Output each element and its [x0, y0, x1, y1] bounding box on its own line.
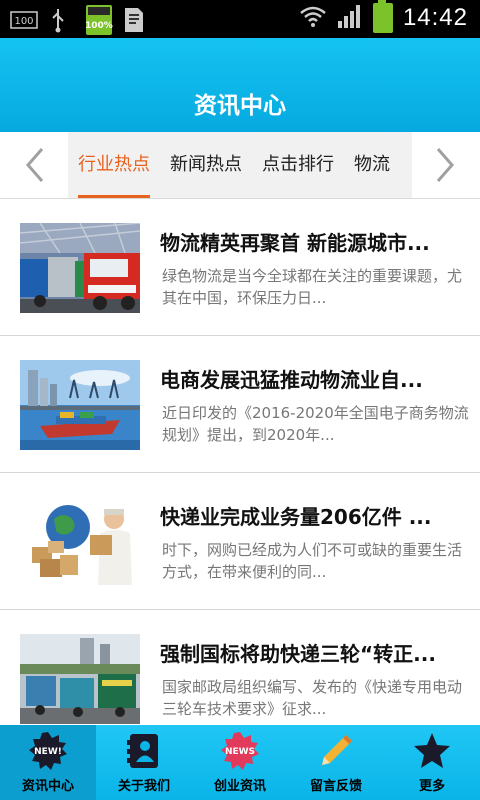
battery-full-icon: 100%	[85, 5, 113, 35]
nav-item-startup-news[interactable]: NEWS 创业资讯	[192, 725, 288, 800]
tab-news-hot[interactable]: 新闻热点	[160, 132, 252, 198]
pencil-icon	[316, 731, 356, 771]
news-title: 快递业完成业务量206亿件 ...	[160, 505, 432, 529]
news-item[interactable]: 电商发展迅猛推动物流业自... 近日印发的《2016-2020年全国电子商务物流…	[0, 336, 480, 473]
news-thumbnail-trucks	[20, 223, 140, 313]
news-summary: 绿色物流是当今全球都在关注的重要课题，尤其在中国，环保压力日...	[162, 267, 463, 307]
battery-icon	[372, 0, 393, 33]
svg-text:NEW!: NEW!	[34, 747, 62, 757]
news-summary: 时下，网购已经成为人们不可或缺的重要生活方式，在带来便利的同...	[162, 541, 463, 581]
nav-item-feedback[interactable]: 留言反馈	[288, 725, 384, 800]
tabs-scroll-left-button[interactable]	[0, 132, 68, 198]
star-icon	[412, 731, 452, 771]
news-badge-icon: NEWS	[220, 731, 260, 771]
nav-item-more[interactable]: 更多	[384, 725, 480, 800]
news-title: 电商发展迅猛推动物流业自...	[160, 368, 423, 392]
nav-item-news-center[interactable]: NEW! 资讯中心	[0, 725, 96, 800]
news-item[interactable]: 物流精英再聚首 新能源城市... 绿色物流是当今全球都在关注的重要课题，尤其在中…	[0, 199, 480, 336]
tab-click-ranking[interactable]: 点击排行	[252, 132, 344, 198]
signal-icon	[337, 3, 363, 33]
news-item[interactable]: 快递业完成业务量206亿件 ... 时下，网购已经成为人们不可或缺的重要生活方式…	[0, 473, 480, 610]
tab-industry-hot[interactable]: 行业热点	[68, 132, 160, 198]
category-tabs: 行业热点 新闻热点 点击排行 物流	[0, 132, 480, 199]
news-thumbnail-courier	[20, 497, 140, 587]
nav-label: 资讯中心	[21, 779, 74, 794]
svg-text:100: 100	[14, 16, 33, 27]
news-thumbnail-port	[20, 360, 140, 450]
nav-item-about-us[interactable]: 关于我们	[96, 725, 192, 800]
bottom-nav: NEW! 资讯中心 关于我们 NEWS 创业资讯 留言反馈 更多	[0, 725, 480, 800]
news-title: 物流精英再聚首 新能源城市...	[160, 231, 430, 255]
clock: 14:42	[402, 4, 468, 31]
app-header: 资讯中心	[0, 38, 480, 132]
nav-label: 创业资讯	[213, 779, 266, 794]
chevron-left-icon	[26, 148, 44, 182]
news-summary: 近日印发的《2016-2020年全国电子商务物流规划》提出，到2020年...	[162, 404, 469, 444]
document-icon	[122, 7, 150, 33]
news-summary: 国家邮政局组织编写、发布的《快递专用电动三轮车技术要求》征求...	[162, 678, 463, 718]
notification-box-icon: 100	[10, 7, 38, 33]
news-title: 强制国标将助快递三轮“转正...	[160, 642, 436, 666]
usb-icon	[48, 7, 76, 33]
news-list: 物流精英再聚首 新能源城市... 绿色物流是当今全球都在关注的重要课题，尤其在中…	[0, 199, 480, 747]
contact-card-icon	[124, 731, 164, 771]
tab-track: 行业热点 新闻热点 点击排行 物流	[68, 132, 412, 198]
new-badge-icon: NEW!	[28, 731, 68, 771]
tab-logistics[interactable]: 物流	[344, 132, 400, 198]
news-thumbnail-tricycle	[20, 634, 140, 724]
wifi-icon	[299, 3, 327, 33]
nav-label: 留言反馈	[309, 779, 362, 794]
tabs-scroll-right-button[interactable]	[412, 132, 480, 198]
page-title: 资讯中心	[194, 93, 286, 119]
svg-text:NEWS: NEWS	[225, 747, 255, 757]
chevron-right-icon	[436, 148, 454, 182]
nav-label: 更多	[418, 779, 445, 794]
nav-label: 关于我们	[117, 779, 170, 794]
status-bar-notifications: 100 100%	[10, 5, 150, 35]
status-bar: 100 100% 14:42	[0, 0, 480, 38]
